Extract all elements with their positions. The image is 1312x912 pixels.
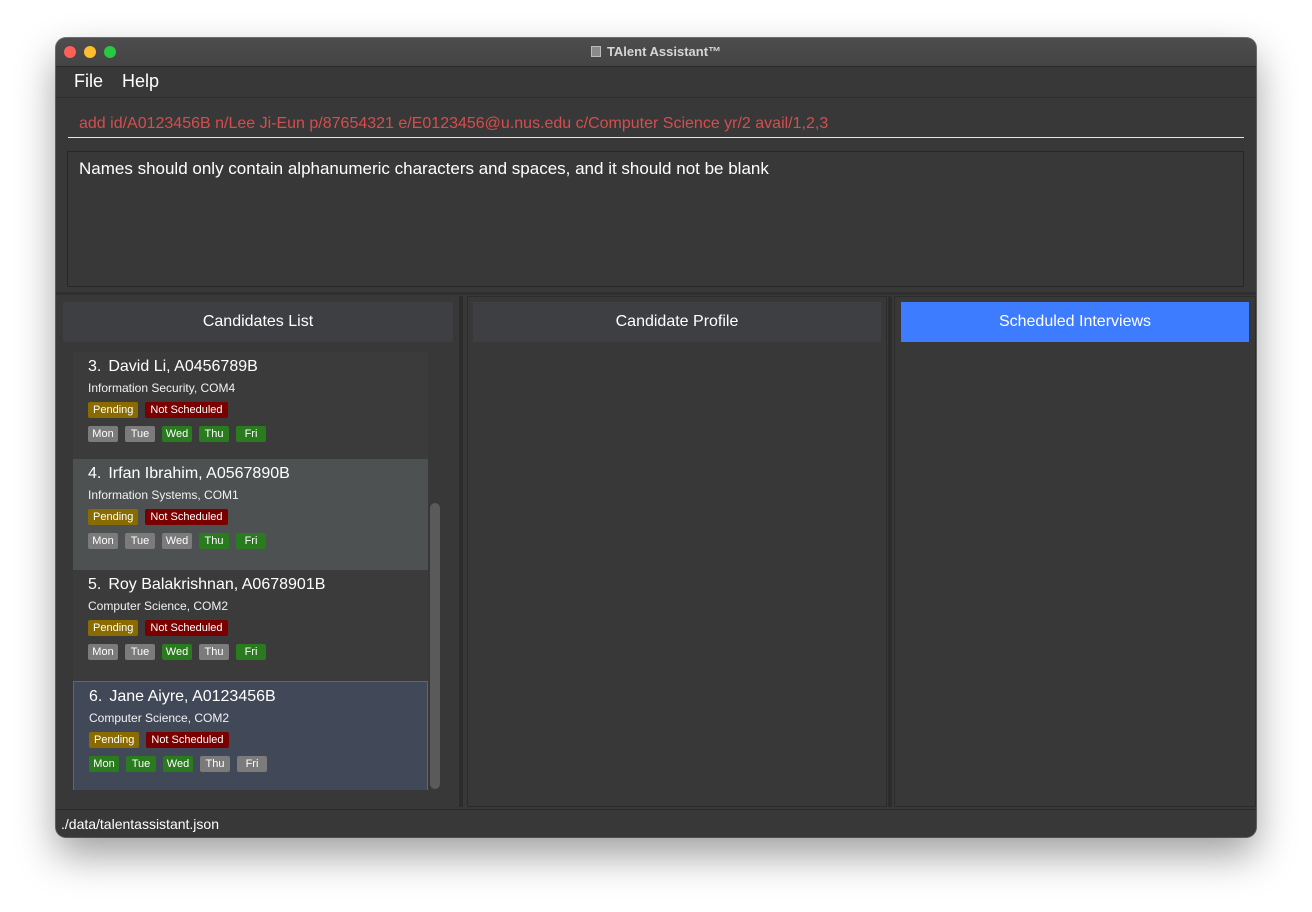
menu-file[interactable]: File: [74, 71, 103, 92]
status-badge: Pending: [88, 509, 139, 525]
day-badge: Tue: [125, 426, 155, 442]
candidate-profile-panel: Candidate Profile: [467, 296, 887, 807]
title-bar: TAlent Assistant™: [56, 38, 1256, 67]
candidate-title: 4. Irfan Ibrahim, A0567890B: [88, 465, 290, 483]
candidate-details: Information Systems, COM1: [88, 488, 239, 502]
candidate-index: 6.: [89, 688, 103, 705]
candidate-name: David Li, A0456789B: [108, 358, 258, 375]
candidates-list[interactable]: 3. David Li, A0456789B Information Securi…: [73, 352, 428, 790]
candidate-details: Information Security, COM4: [88, 381, 236, 395]
candidate-card[interactable]: 3. David Li, A0456789B Information Securi…: [73, 352, 428, 463]
interview-badge: Not Scheduled: [146, 732, 229, 748]
candidate-details: Computer Science, COM2: [89, 711, 230, 725]
day-badge: Wed: [162, 644, 192, 660]
status-badge: Pending: [88, 402, 139, 418]
scheduled-interviews-tab[interactable]: Scheduled Interviews: [901, 302, 1249, 342]
candidate-title: 6. Jane Aiyre, A0123456B: [89, 688, 276, 706]
panel-divider[interactable]: [459, 296, 463, 807]
window-title-text: TAlent Assistant™: [606, 44, 722, 59]
day-badge: Mon: [88, 644, 118, 660]
day-badge: Wed: [163, 756, 193, 772]
candidate-index: 3.: [88, 358, 102, 375]
day-badge: Fri: [236, 644, 266, 660]
data-file-path: ./data/talentassistant.json: [61, 816, 219, 832]
app-window: TAlent Assistant™ File Help Names should…: [56, 38, 1256, 837]
menu-help[interactable]: Help: [122, 71, 159, 92]
candidate-tags: Pending Not Scheduled: [89, 732, 236, 748]
day-badge: Mon: [88, 426, 118, 442]
candidate-title: 5. Roy Balakrishnan, A0678901B: [88, 576, 325, 594]
app-icon: [590, 46, 601, 57]
day-badge: Thu: [199, 644, 229, 660]
availability-days: Mon Tue Wed Thu Fri: [88, 533, 273, 549]
scheduled-interviews-panel: Scheduled Interviews: [894, 296, 1256, 807]
interview-badge: Not Scheduled: [145, 402, 228, 418]
window-title: TAlent Assistant™: [56, 38, 1256, 66]
day-badge: Wed: [162, 533, 192, 549]
command-box: [56, 98, 1256, 148]
candidate-card[interactable]: 4. Irfan Ibrahim, A0567890B Information S…: [73, 459, 428, 570]
result-message: Names should only contain alphanumeric c…: [79, 159, 769, 178]
candidate-name: Irfan Ibrahim, A0567890B: [108, 465, 290, 482]
day-badge: Tue: [125, 533, 155, 549]
candidate-card[interactable]: 5. Roy Balakrishnan, A0678901B Computer S…: [73, 570, 428, 681]
candidate-name: Jane Aiyre, A0123456B: [109, 688, 276, 705]
day-badge: Thu: [199, 533, 229, 549]
status-badge: Pending: [88, 620, 139, 636]
status-bar: ./data/talentassistant.json: [56, 809, 1256, 837]
availability-days: Mon Tue Wed Thu Fri: [88, 644, 273, 660]
day-badge: Mon: [89, 756, 119, 772]
split-divider[interactable]: [56, 292, 1256, 295]
status-badge: Pending: [89, 732, 140, 748]
candidate-tags: Pending Not Scheduled: [88, 402, 235, 418]
list-scrollbar[interactable]: [430, 503, 440, 789]
candidates-list-tab[interactable]: Candidates List: [63, 302, 453, 342]
panel-divider[interactable]: [888, 296, 892, 807]
candidate-index: 4.: [88, 465, 102, 482]
candidate-index: 5.: [88, 576, 102, 593]
day-badge: Thu: [199, 426, 229, 442]
candidate-name: Roy Balakrishnan, A0678901B: [108, 576, 326, 593]
candidate-card-selected[interactable]: 6. Jane Aiyre, A0123456B Computer Science…: [73, 681, 428, 790]
availability-days: Mon Tue Wed Thu Fri: [88, 426, 273, 442]
day-badge: Tue: [125, 644, 155, 660]
day-badge: Fri: [236, 426, 266, 442]
candidate-title: 3. David Li, A0456789B: [88, 358, 258, 376]
menu-bar: File Help: [56, 67, 1256, 98]
candidate-tags: Pending Not Scheduled: [88, 509, 235, 525]
result-display: Names should only contain alphanumeric c…: [67, 151, 1244, 287]
command-input[interactable]: [68, 110, 1244, 138]
day-badge: Tue: [126, 756, 156, 772]
day-badge: Thu: [200, 756, 230, 772]
interview-badge: Not Scheduled: [145, 509, 228, 525]
candidate-details: Computer Science, COM2: [88, 599, 229, 613]
candidate-profile-tab[interactable]: Candidate Profile: [473, 302, 881, 342]
day-badge: Fri: [236, 533, 266, 549]
candidate-tags: Pending Not Scheduled: [88, 620, 235, 636]
availability-days: Mon Tue Wed Thu Fri: [89, 756, 274, 772]
interview-badge: Not Scheduled: [145, 620, 228, 636]
day-badge: Mon: [88, 533, 118, 549]
day-badge: Wed: [162, 426, 192, 442]
day-badge: Fri: [237, 756, 267, 772]
